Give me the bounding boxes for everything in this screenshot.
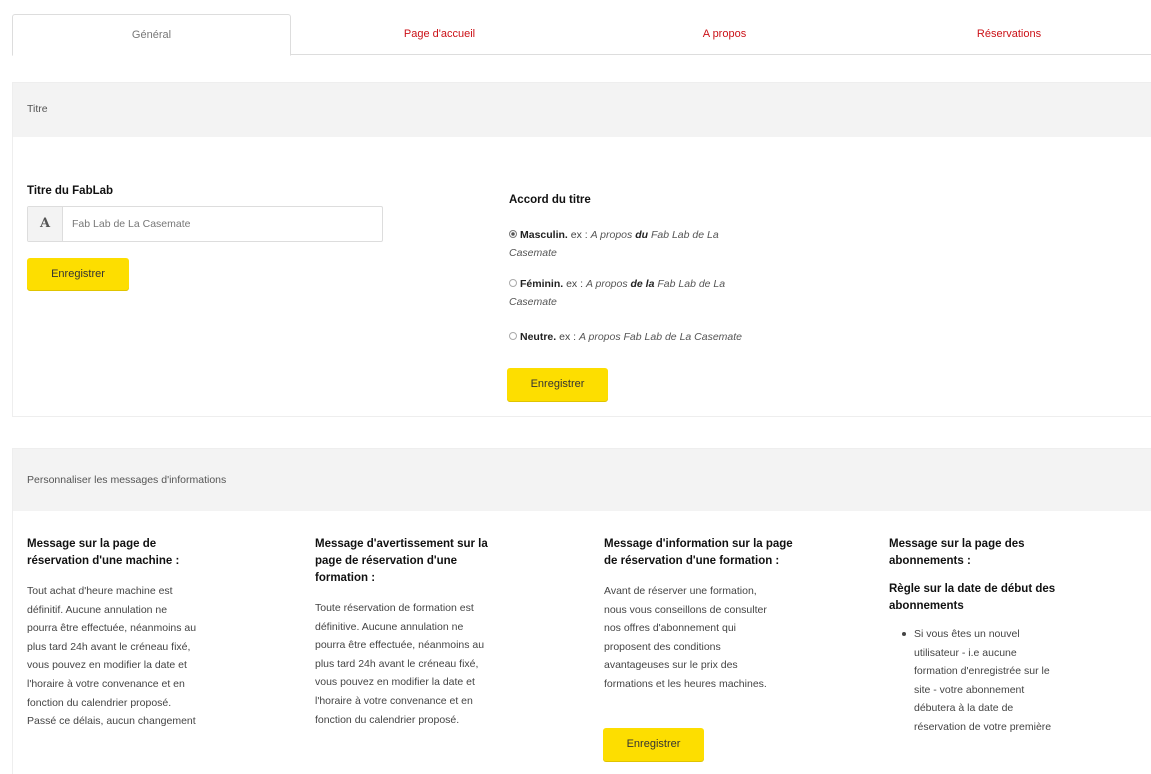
save-title-button[interactable]: Enregistrer [27,258,129,290]
text-line: utilisateur - i.e aucune [914,646,1017,659]
option-ex: ex : [559,331,577,343]
message-title: Message sur la page des abonnements : [889,536,1151,570]
title-line: Message d'avertissement sur la [315,538,488,550]
text-line: pourra être effectuée, néanmoins au [27,622,197,635]
text-line: débutera à la date de [914,702,1014,715]
title-line: Message d'information sur la page [604,538,793,550]
radio-feminin[interactable]: Féminin. ex : A propos de la Fab Lab de … [509,275,829,311]
option-cont: Casemate [509,296,557,308]
message-text[interactable]: Toute réservation de formation est défin… [315,599,570,729]
text-line: Passé ce délais, aucun changement [27,715,196,728]
text-line: site - votre abonnement [914,683,1025,696]
machine-reservation-message: Message sur la page de réservation d'une… [27,536,282,731]
text-line: fonction du calendrier proposé. [27,696,172,709]
message-title: Message d'avertissement sur la page de r… [315,536,570,587]
message-text[interactable]: Avant de réserver une formation, nous vo… [604,582,859,694]
option-ex: ex : [566,278,584,290]
text-line: formation d'enregistrée sur le [914,665,1050,678]
message-title: Message sur la page de réservation d'une… [27,536,282,570]
rule-bullet[interactable]: Si vous êtes un nouvel utilisateur - i.e… [889,625,1151,737]
title-line: page de réservation d'une [315,555,458,567]
radio-masculin[interactable]: Masculin. ex : A propos du Fab Lab de La… [509,226,829,262]
text-line: formations et les heures machines. [604,677,767,690]
text-line: vous pouvez en modifier la date et [315,676,475,689]
option-article: de la [630,278,655,290]
text-line: proposent des conditions [604,640,721,653]
message-text[interactable]: Tout achat d'heure machine est définitif… [27,582,282,731]
option-rest: Fab Lab de La [650,229,719,241]
option-label: Féminin. [520,278,564,290]
save-training-info-button[interactable]: Enregistrer [603,728,704,761]
font-icon: A [28,207,63,241]
text-line: définitive. Aucune annulation ne [315,620,464,633]
subtitle-line: abonnements [889,600,964,612]
text-line: vous pouvez en modifier la date et [27,659,187,672]
training-info-message: Message d'information sur la page de rés… [604,536,859,694]
title-line: réservation d'une machine : [27,555,180,567]
bullet-icon [902,632,906,636]
text-line: Toute réservation de formation est [315,602,474,614]
text-line: Si vous êtes un nouvel [914,628,1020,640]
text-line: avantageuses sur le prix des [604,659,738,672]
text-line: fonction du calendrier proposé. [315,713,460,726]
text-line: Tout achat d'heure machine est [27,585,173,597]
tab-a-propos[interactable]: A propos [582,14,867,54]
text-line: nous vous conseillons de consulter [604,603,767,616]
messages-panel-heading: Personnaliser les messages d'information… [13,449,1151,511]
subscriptions-message: Message sur la page des abonnements : Rè… [889,536,1151,737]
tab-page-accueil[interactable]: Page d'accueil [297,14,582,54]
panel-heading-title: Personnaliser les messages d'information… [27,474,227,486]
panel-heading-title: Titre [27,103,48,115]
radio-button-checked[interactable] [509,230,517,239]
title-line: formation : [315,572,376,584]
text-line: plus tard 24h avant le créneau fixé, [315,657,479,670]
radio-neutre[interactable]: Neutre. ex : A propos Fab Lab de La Case… [509,328,829,346]
tab-general[interactable]: Général [12,14,291,56]
text-line: l'horaire à votre convenance et en [27,677,185,690]
message-title: Message d'information sur la page de rés… [604,536,859,570]
title-line: Message sur la page des [889,538,1025,550]
title-line: de réservation d'une formation : [604,555,780,567]
text-line: nos offres d'abonnement qui [604,622,736,635]
fablab-title-label: Titre du FabLab [27,185,114,197]
text-line: plus tard 24h avant le créneau fixé, [27,640,191,653]
training-warning-message: Message d'avertissement sur la page de r… [315,536,570,729]
text-line: Avant de réserver une formation, [604,585,757,597]
radio-button[interactable] [509,332,517,341]
radio-button[interactable] [509,279,517,288]
option-label: Neutre. [520,331,557,343]
option-prefix: A propos [585,278,628,290]
title-line: abonnements : [889,555,971,567]
option-rest: Fab Lab de La [657,278,726,290]
option-cont: Casemate [509,247,557,259]
option-prefix: A propos [590,229,633,241]
title-line: Message sur la page de [27,538,157,550]
text-line: définitif. Aucune annulation ne [27,603,168,616]
tab-reservations[interactable]: Réservations [867,14,1151,54]
settings-tabs: Général Page d'accueil A propos Réservat… [12,14,1151,56]
title-panel-heading: Titre [13,83,1151,137]
title-agreement-label: Accord du titre [509,194,591,206]
text-line: l'horaire à votre convenance et en [315,694,473,707]
fablab-title-field[interactable]: A Fab Lab de La Casemate [27,206,383,242]
option-article: du [635,229,649,241]
option-ex: ex : [570,229,588,241]
text-line: pourra être effectuée, néanmoins au [315,639,485,652]
subtitle-line: Règle sur la date de début des [889,583,1056,595]
message-subtitle: Règle sur la date de début des abonnemen… [889,581,1151,615]
option-prefix: A propos Fab Lab de La Casemate [578,331,743,343]
option-label: Masculin. [520,229,568,241]
save-agreement-button[interactable]: Enregistrer [507,368,608,401]
text-line: réservation de votre première [914,720,1052,733]
fablab-title-input[interactable]: Fab Lab de La Casemate [72,207,191,241]
